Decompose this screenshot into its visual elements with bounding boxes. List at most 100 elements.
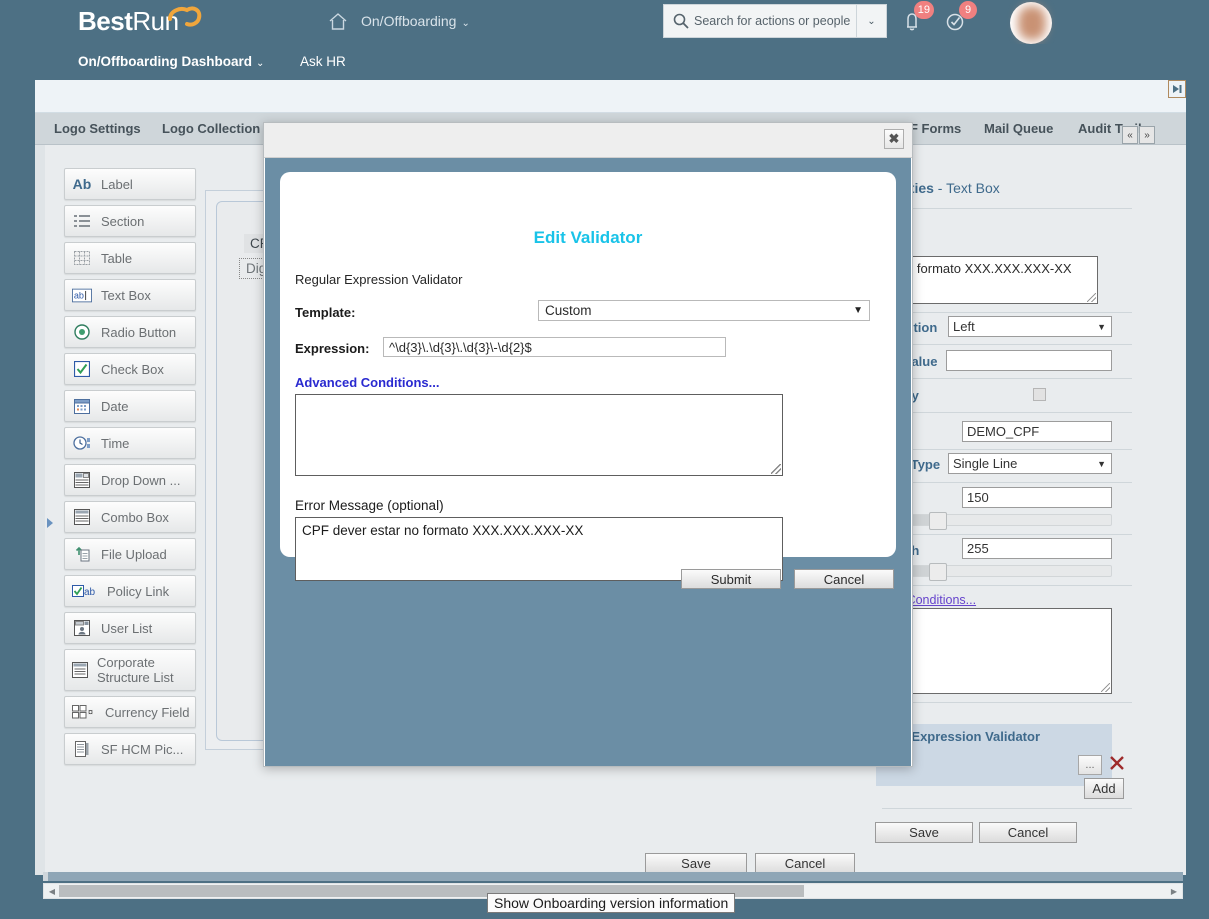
dialog-titlebar[interactable]: ✖	[264, 123, 912, 158]
resize-grip-icon[interactable]	[1087, 293, 1096, 302]
add-validator-button[interactable]: Add	[1084, 778, 1124, 799]
max-length-slider[interactable]	[902, 563, 1112, 581]
nav-ask-hr[interactable]: Ask HR	[300, 54, 346, 69]
palette-item-label-text: Corporate Structure List	[97, 655, 174, 685]
svg-text:¤: ¤	[88, 707, 93, 717]
palette-item-text-box[interactable]: ab Text Box	[64, 279, 196, 311]
clock-icon	[72, 433, 92, 453]
close-icon[interactable]: ✖	[884, 129, 904, 149]
search-input[interactable]: Search for actions or people	[694, 14, 856, 28]
table-icon	[72, 248, 92, 268]
divider	[882, 585, 1132, 586]
palette-item-sf-hcm-pic[interactable]: SF HCM Pic...	[64, 733, 196, 765]
palette-item-radio-button[interactable]: Radio Button	[64, 316, 196, 348]
textbox-type-select[interactable]: Single Line ▼	[948, 453, 1112, 474]
divider	[882, 702, 1132, 703]
divider	[882, 208, 1132, 209]
rail-expand-arrow-icon[interactable]	[47, 518, 53, 528]
help-text-value: e no formato XXX.XXX.XXX-XX	[888, 261, 1072, 276]
palette-item-user-list[interactable]: User List	[64, 612, 196, 644]
read-only-checkbox[interactable]	[1033, 388, 1046, 401]
brand-logo[interactable]: BestRun	[78, 6, 179, 37]
dialog-advanced-conditions-textarea[interactable]	[295, 394, 783, 476]
expression-input[interactable]: ^\d{3}\.\d{3}\.\d{3}\-\d{2}$	[383, 337, 726, 357]
tab-pager-prev[interactable]: «	[1122, 126, 1138, 144]
properties-save-button[interactable]: Save	[875, 822, 973, 843]
horizontal-rail	[43, 872, 1183, 881]
properties-title-sub: - Text Box	[933, 180, 1000, 196]
tab-pager-next[interactable]: »	[1139, 126, 1155, 144]
dialog-submit-button[interactable]: Submit	[681, 569, 781, 589]
search-icon	[673, 13, 689, 29]
calendar-icon	[72, 396, 92, 416]
palette-item-currency-field[interactable]: ¤ Currency Field	[64, 696, 196, 728]
resize-grip-icon[interactable]	[1101, 683, 1110, 692]
palette-item-policy-link[interactable]: ab Policy Link	[64, 575, 196, 607]
dialog-advanced-conditions-link[interactable]: Advanced Conditions...	[295, 375, 439, 390]
palette-item-corporate-structure-list[interactable]: Corporate Structure List	[64, 649, 196, 691]
tab-logo-collection[interactable]: Logo Collection	[162, 121, 260, 136]
rail-marker	[43, 872, 48, 881]
context-nav-label: On/Offboarding	[361, 13, 457, 29]
max-length-slider-knob[interactable]	[929, 563, 947, 581]
nav-onoffboarding-dashboard-label: On/Offboarding Dashboard	[78, 54, 252, 69]
tab-f-forms[interactable]: F Forms	[910, 121, 961, 136]
palette-item-label-text: Text Box	[101, 287, 151, 303]
properties-cancel-button[interactable]: Cancel	[979, 822, 1077, 843]
home-icon[interactable]	[326, 10, 350, 34]
tasks-button[interactable]: 9	[941, 1, 977, 36]
scroll-right-arrow-icon[interactable]: ▶	[1167, 885, 1181, 897]
notifications-button[interactable]: 19	[898, 1, 934, 36]
palette-item-combo-box[interactable]: Combo Box	[64, 501, 196, 533]
template-value: Custom	[545, 303, 592, 318]
footer-cancel-button[interactable]: Cancel	[755, 853, 855, 874]
palette-item-date[interactable]: Date	[64, 390, 196, 422]
textbox-icon: ab	[72, 285, 92, 305]
palette-item-time[interactable]: Time	[64, 427, 196, 459]
palette-item-label[interactable]: Ab Label	[64, 168, 196, 200]
divider	[882, 312, 1132, 313]
scroll-left-arrow-icon[interactable]: ◀	[45, 885, 59, 897]
palette-item-label-text: Date	[101, 398, 129, 414]
chevron-down-icon: ▼	[1097, 321, 1106, 332]
resize-grip-icon[interactable]	[771, 464, 781, 474]
palette-item-section[interactable]: Section	[64, 205, 196, 237]
palette-item-check-box[interactable]: Check Box	[64, 353, 196, 385]
palette-item-table[interactable]: Table	[64, 242, 196, 274]
palette-item-label-text: Currency Field	[105, 704, 190, 720]
label-position-select[interactable]: Left ▼	[948, 316, 1112, 337]
palette-item-drop-down[interactable]: Drop Down ...	[64, 464, 196, 496]
help-text-textarea[interactable]: e no formato XXX.XXX.XXX-XX	[882, 256, 1098, 304]
app-toolbar	[35, 80, 1186, 113]
palette-item-label-text: Check Box	[101, 361, 164, 377]
avatar[interactable]	[1006, 0, 1062, 44]
delete-x-icon[interactable]	[1108, 754, 1126, 772]
field-id-input[interactable]: DEMO_CPF	[962, 421, 1112, 442]
palette-item-file-upload[interactable]: File Upload	[64, 538, 196, 570]
palette-item-label-text: Drop Down ...	[101, 472, 181, 488]
chevron-down-icon: ⌄	[867, 15, 876, 27]
search-box[interactable]: Search for actions or people ⌄	[663, 4, 887, 38]
width-slider[interactable]	[902, 512, 1112, 530]
tab-logo-settings[interactable]: Logo Settings	[54, 121, 141, 136]
dialog-cancel-button[interactable]: Cancel	[794, 569, 894, 589]
width-slider-knob[interactable]	[929, 512, 947, 530]
play-icon[interactable]	[1168, 80, 1186, 98]
nav-onoffboarding-dashboard[interactable]: On/Offboarding Dashboard ⌄	[78, 54, 264, 69]
brand-logo-best: Best	[78, 6, 133, 36]
sub-navigation: On/Offboarding Dashboard ⌄ Ask HR	[0, 44, 1209, 80]
width-input[interactable]: 150	[962, 487, 1112, 508]
context-nav[interactable]: On/Offboarding ⌄	[361, 13, 470, 29]
tab-mail-queue[interactable]: Mail Queue	[984, 121, 1053, 136]
left-rail	[35, 145, 45, 875]
play-glyph	[1173, 85, 1182, 93]
divider	[882, 344, 1132, 345]
default-value-input[interactable]	[946, 350, 1112, 371]
validator-edit-button[interactable]: ...	[1078, 755, 1102, 775]
template-select[interactable]: Custom ▼	[538, 300, 870, 321]
cloud-icon	[168, 6, 202, 27]
max-length-input[interactable]: 255	[962, 538, 1112, 559]
palette-item-label-text: Policy Link	[107, 583, 170, 599]
footer-save-button[interactable]: Save	[645, 853, 747, 874]
search-dropdown-button[interactable]: ⌄	[856, 5, 886, 37]
